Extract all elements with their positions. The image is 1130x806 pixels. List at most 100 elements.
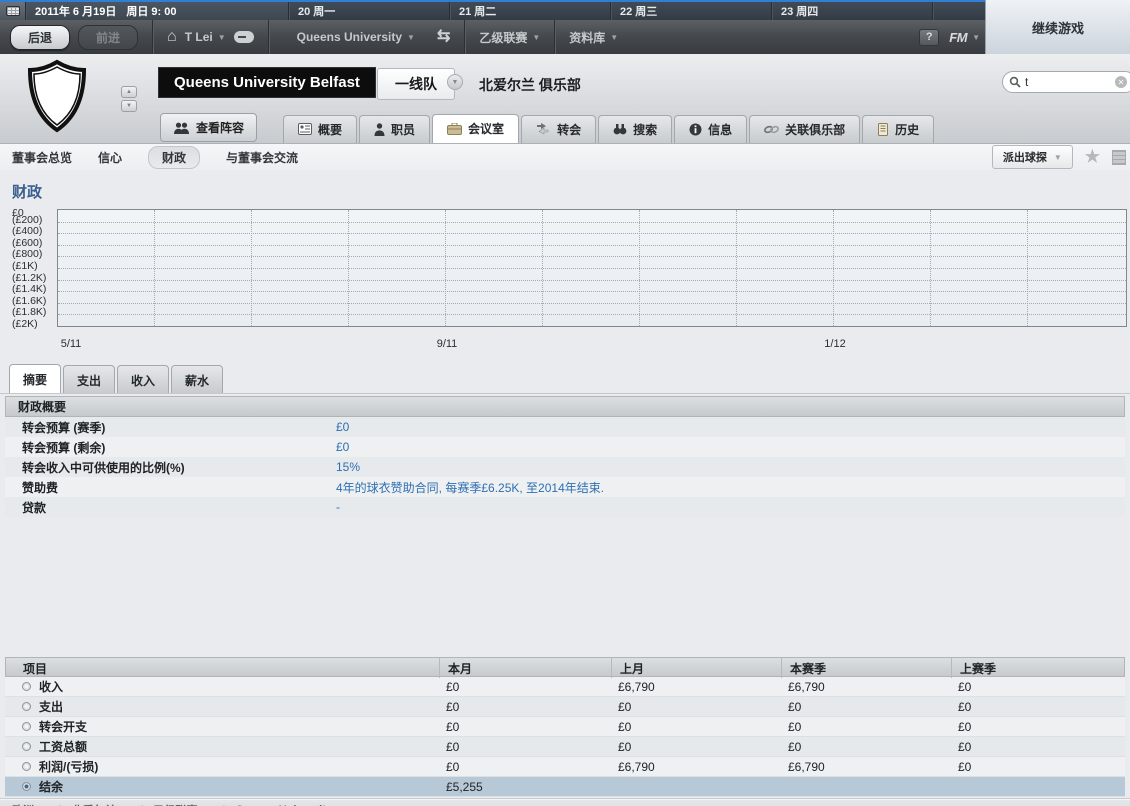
tab-information[interactable]: 信息 <box>674 115 747 143</box>
squad-dropdown-button[interactable]: ▼ <box>447 74 463 90</box>
radio-selected-icon[interactable] <box>22 782 31 791</box>
table-row[interactable]: 利润/(亏损) £0 £6,790 £6,790 £0 <box>5 757 1125 777</box>
gridline <box>1027 210 1028 326</box>
divider <box>268 20 269 54</box>
calendar-button[interactable] <box>0 2 26 20</box>
gridline <box>58 291 1126 292</box>
table-row[interactable]: 转会开支 £0 £0 £0 £0 <box>5 717 1125 737</box>
column-header[interactable]: 本赛季 <box>781 658 951 678</box>
summary-value: 15% <box>336 460 360 474</box>
continue-game-button[interactable]: 继续游戏 <box>985 0 1130 54</box>
tab-affiliated-clubs[interactable]: 关联俱乐部 <box>749 115 860 143</box>
table-row[interactable]: 支出 £0 £0 £0 £0 <box>5 697 1125 717</box>
subnav-board-talk[interactable]: 与董事会交流 <box>226 149 298 166</box>
bottombar-nation[interactable]: 北爱尔兰 ▲ <box>72 802 131 806</box>
row-label: 支出 <box>39 698 63 715</box>
help-button[interactable]: ? <box>919 29 939 46</box>
calendar-icon <box>6 6 20 16</box>
y-tick-label: (£400) <box>12 226 42 237</box>
summary-row: 赞助费 4年的球衣赞助合同, 每赛季£6.25K, 至2014年结束. <box>5 477 1125 497</box>
gridline <box>58 256 1126 257</box>
forward-button[interactable]: 前进 <box>78 25 138 50</box>
table-row[interactable]: 工资总额 £0 £0 £0 £0 <box>5 737 1125 757</box>
switch-view-button[interactable]: ⇆ <box>437 29 450 45</box>
view-squad-button[interactable]: 查看阵容 <box>160 113 257 142</box>
tab-wages[interactable]: 薪水 <box>171 365 223 393</box>
squad-icon <box>173 122 190 134</box>
x-tick-label: 9/11 <box>437 338 458 350</box>
radio-icon[interactable] <box>22 682 31 691</box>
cell-last-season: £0 <box>950 680 1125 694</box>
table-row[interactable]: 收入 £0 £6,790 £6,790 £0 <box>5 677 1125 697</box>
cell-last-month: £6,790 <box>610 680 780 694</box>
timeline-day[interactable]: 22 周三 <box>610 2 771 20</box>
gridline <box>833 210 834 326</box>
table-row-balance[interactable]: 结余 £5,255 <box>5 777 1125 797</box>
gridline <box>58 233 1126 234</box>
timeline-current-day[interactable]: 2011年 6 月19日 周日 9: 00 <box>26 2 288 20</box>
inbox-button[interactable] <box>234 31 254 43</box>
column-header[interactable]: 上月 <box>611 658 781 678</box>
tab-income[interactable]: 收入 <box>117 365 169 393</box>
subnav-confidence[interactable]: 信心 <box>98 149 122 166</box>
club-nav-label: Queens University <box>297 30 402 44</box>
timeline-day[interactable]: 20 周一 <box>288 2 449 20</box>
gridline <box>251 210 252 326</box>
notes-icon[interactable] <box>1112 150 1126 165</box>
spinner-down-button[interactable]: ▼ <box>121 100 137 112</box>
club-menu[interactable]: Queens University ▼ <box>297 30 415 44</box>
send-scout-label: 派出球探 <box>1003 149 1047 165</box>
column-header[interactable]: 项目 <box>6 658 439 678</box>
spinner-up-button[interactable]: ▲ <box>121 86 137 98</box>
column-header[interactable]: 本月 <box>439 658 611 678</box>
timeline-day[interactable]: 21 周二 <box>449 2 610 20</box>
radio-icon[interactable] <box>22 742 31 751</box>
tab-overview[interactable]: 概要 <box>283 115 357 143</box>
send-scout-button[interactable]: 派出球探 ▼ <box>992 145 1073 169</box>
bottombar-league[interactable]: 乙级联赛 ▲ <box>154 802 213 806</box>
home-button[interactable]: ⌂ <box>167 29 177 45</box>
tab-history[interactable]: 历史 <box>862 115 934 143</box>
favourite-star-icon[interactable]: ★ <box>1085 147 1100 167</box>
home-icon: ⌂ <box>167 29 177 45</box>
tab-summary[interactable]: 摘要 <box>9 364 61 393</box>
day-label: 20 周一 <box>298 3 335 19</box>
search-icon <box>1009 76 1021 88</box>
summary-row: 转会预算 (赛季) £0 <box>5 417 1125 437</box>
team-spinner: ▲ ▼ <box>121 86 137 112</box>
league-menu[interactable]: 乙级联赛 ▼ <box>479 29 540 46</box>
x-tick-label: 1/12 <box>824 338 845 350</box>
tab-expenditure[interactable]: 支出 <box>63 365 115 393</box>
search-input[interactable] <box>1025 75 1111 89</box>
column-header[interactable]: 上赛季 <box>951 658 1124 678</box>
squad-selector-button[interactable]: 一线队 <box>377 68 455 100</box>
tab-transfers[interactable]: 转会 <box>521 115 596 143</box>
radio-icon[interactable] <box>22 702 31 711</box>
tab-search[interactable]: 搜索 <box>598 115 672 143</box>
tab-label: 会议室 <box>468 120 504 137</box>
chart-x-axis: 5/11 9/11 1/12 <box>57 336 1130 352</box>
subnav-board-overview[interactable]: 董事会总览 <box>12 149 72 166</box>
fm-menu[interactable]: FM ▼ <box>949 30 980 45</box>
radio-icon[interactable] <box>22 762 31 771</box>
summary-header: 财政概要 <box>5 396 1125 417</box>
bottombar-continent[interactable]: 欧洲 ▲ <box>12 802 49 806</box>
chevron-down-icon: ▼ <box>610 33 618 42</box>
day-label: 22 周三 <box>620 3 657 19</box>
manager-menu[interactable]: T Lei ▼ <box>185 30 226 44</box>
clear-search-icon[interactable]: ✕ <box>1115 76 1127 88</box>
chevron-down-icon: ▼ <box>972 33 980 42</box>
tab-staff[interactable]: 职员 <box>359 115 430 143</box>
chevron-down-icon: ▼ <box>532 33 540 42</box>
timeline-day[interactable]: 23 周四 <box>771 2 932 20</box>
bottombar-label: 欧洲 <box>12 802 34 806</box>
cell-this-month: £0 <box>438 760 610 774</box>
radio-icon[interactable] <box>22 722 31 731</box>
database-menu[interactable]: 资料库 ▼ <box>569 29 618 46</box>
tab-boardroom[interactable]: 会议室 <box>432 114 519 143</box>
subnav-finances[interactable]: 财政 <box>148 146 200 169</box>
back-button[interactable]: 后退 <box>10 25 70 50</box>
navigation-bar: 后退 前进 ⌂ T Lei ▼ Queens University ▼ ⇆ 乙级… <box>0 20 1130 54</box>
timeline-bar: 2011年 6 月19日 周日 9: 00 20 周一 21 周二 22 周三 … <box>0 2 1130 20</box>
bottombar-label: 北爱尔兰 <box>72 802 116 806</box>
